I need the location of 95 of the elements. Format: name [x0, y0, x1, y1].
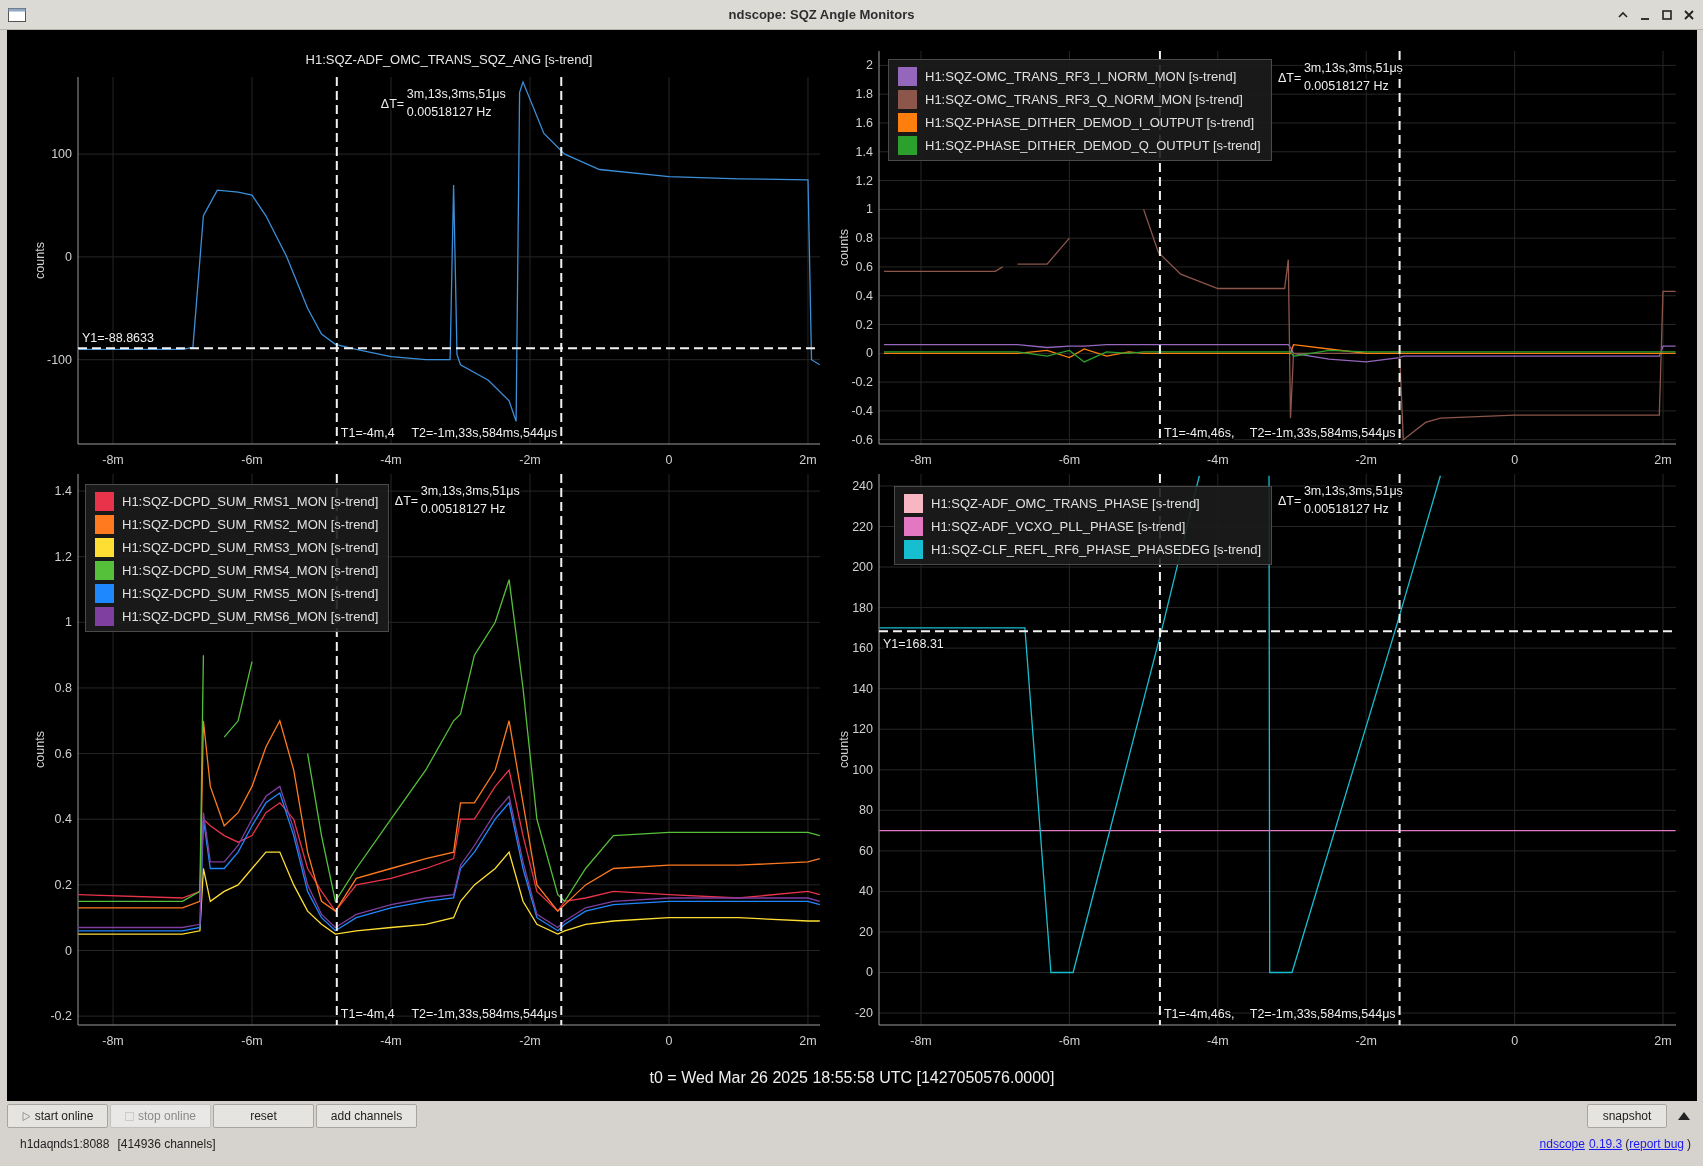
x-tick-label: -2m [519, 1034, 541, 1048]
x-tick-label: 0 [665, 1034, 673, 1048]
y-tick-label: 60 [859, 843, 873, 858]
x-tick-label: 2m [799, 453, 817, 467]
window-title: ndscope: SQZ Angle Monitors [727, 7, 916, 22]
delta-symbol: ΔT= [394, 494, 419, 508]
delta-value: 3m,13s,3ms,51μs [420, 484, 520, 498]
y-tick-label: 0.4 [855, 288, 873, 303]
y-tick-label: 1.2 [855, 173, 873, 188]
y-tick-label: 160 [852, 641, 873, 656]
cursor-label: Y1=-88.8633 [82, 331, 154, 346]
delta-symbol: ΔT= [1277, 71, 1302, 85]
y-tick-label: 240 [852, 478, 873, 493]
bracket: ) [1687, 1137, 1691, 1151]
delta-symbol: ΔT= [1277, 494, 1302, 508]
y-tick-label: 40 [859, 884, 873, 899]
x-tick-label: -6m [1058, 1034, 1081, 1048]
y-tick-label: 1.4 [54, 484, 72, 499]
cursor-label: T1=-4m,4 [340, 1007, 395, 1021]
y-tick-label: 0.6 [54, 746, 72, 761]
y-tick-label: 0.4 [54, 812, 72, 827]
y-tick-label: 220 [852, 519, 873, 534]
x-tick-label: -4m [1207, 453, 1229, 467]
y-tick-label: 1.4 [855, 144, 873, 159]
y-tick-label: 1.6 [855, 116, 873, 130]
y-tick-label: 2 [866, 58, 873, 73]
y-tick-label: 140 [852, 681, 873, 696]
x-tick-label: 2m [1654, 453, 1672, 467]
y-tick-label: 1.2 [54, 549, 72, 564]
x-tick-label: -4m [1207, 1034, 1229, 1048]
plot-title: H1:SQZ-ADF_OMC_TRANS_SQZ_ANG [s-trend] [305, 52, 593, 67]
delta-value: 0.00518127 Hz [406, 105, 492, 119]
x-tick-label: -6m [241, 453, 263, 467]
axis-label: counts [33, 731, 47, 768]
delta-value: 0.00518127 Hz [1303, 79, 1389, 93]
y-tick-label: 0.8 [54, 680, 72, 695]
y-tick-label: 100 [51, 147, 72, 162]
cursor-label: T2=-1m,33s,584ms,544μs [411, 1007, 558, 1021]
cursor-label: T2=-1m,33s,584ms,544μs [1249, 426, 1396, 440]
y-tick-label: 80 [859, 803, 873, 818]
delta-value: 3m,13s,3ms,51μs [406, 87, 506, 101]
y-tick-label: 0 [866, 346, 873, 361]
y-tick-label: 0 [65, 943, 72, 958]
x-tick-label: -8m [102, 1034, 124, 1048]
y-tick-label: 0.2 [54, 877, 72, 892]
x-tick-label: -8m [910, 1034, 932, 1048]
x-tick-label: 0 [665, 453, 673, 467]
axis-label: counts [837, 731, 851, 768]
y-tick-label: -0.4 [851, 403, 873, 418]
axis-label: counts [837, 229, 851, 266]
x-tick-label: -6m [1058, 453, 1081, 467]
y-tick-label: -0.2 [50, 1009, 72, 1024]
y-tick-label: -100 [46, 352, 72, 367]
y-tick-label: 0.8 [855, 231, 873, 246]
y-tick-label: 20 [859, 924, 873, 939]
bracket: ( [1625, 1137, 1630, 1151]
x-tick-label: -8m [102, 453, 124, 467]
y-tick-label: -0.2 [851, 375, 873, 390]
x-tick-label: -6m [241, 1034, 263, 1048]
cursor-label: T2=-1m,33s,584ms,544μs [411, 426, 558, 440]
x-tick-label: 0 [1511, 1034, 1519, 1048]
y-tick-label: 1.8 [855, 87, 873, 102]
y-tick-label: 0.6 [855, 259, 873, 274]
x-tick-label: -2m [519, 453, 541, 467]
axis-label: counts [33, 242, 47, 279]
x-tick-label: 2m [1654, 1034, 1672, 1048]
delta-value: 0.00518127 Hz [1303, 502, 1389, 516]
x-tick-label: -2m [1355, 453, 1377, 467]
y-tick-label: -0.6 [851, 432, 873, 447]
x-tick-label: -2m [1355, 1034, 1377, 1048]
x-tick-label: -8m [910, 453, 932, 467]
x-tick-label: -4m [380, 453, 402, 467]
y-tick-label: 200 [852, 560, 873, 575]
y-tick-label: -20 [854, 1006, 873, 1021]
cursor-label: Y1=168.31 [883, 637, 944, 652]
cursor-label: T2=-1m,33s,584ms,544μs [1249, 1007, 1396, 1021]
x-tick-label: -4m [380, 1034, 402, 1048]
delta-symbol: ΔT= [380, 97, 405, 111]
cursor-label: T1=-4m,46s, [1163, 1007, 1235, 1021]
y-tick-label: 1 [866, 202, 873, 217]
cursor-label: T1=-4m,4 [340, 426, 395, 440]
y-tick-label: 0 [866, 965, 873, 980]
channel-count: [414936 channels] [117, 1137, 216, 1151]
x-tick-label: 2m [799, 1034, 817, 1048]
y-tick-label: 180 [852, 600, 873, 615]
server-label: h1daqnds1:8088 [20, 1137, 110, 1151]
y-tick-label: 100 [852, 762, 873, 777]
y-tick-label: 1 [65, 615, 72, 630]
x-tick-label: 0 [1511, 453, 1519, 467]
y-tick-label: 120 [852, 722, 873, 737]
y-tick-label: 0 [65, 249, 72, 264]
time-origin-label: t0 = Wed Mar 26 2025 18:55:58 UTC [1427050576.0000] [649, 1068, 1055, 1087]
delta-value: 0.00518127 Hz [420, 502, 506, 516]
y-tick-label: 0.2 [855, 317, 873, 332]
cursor-label: T1=-4m,46s, [1163, 426, 1235, 440]
